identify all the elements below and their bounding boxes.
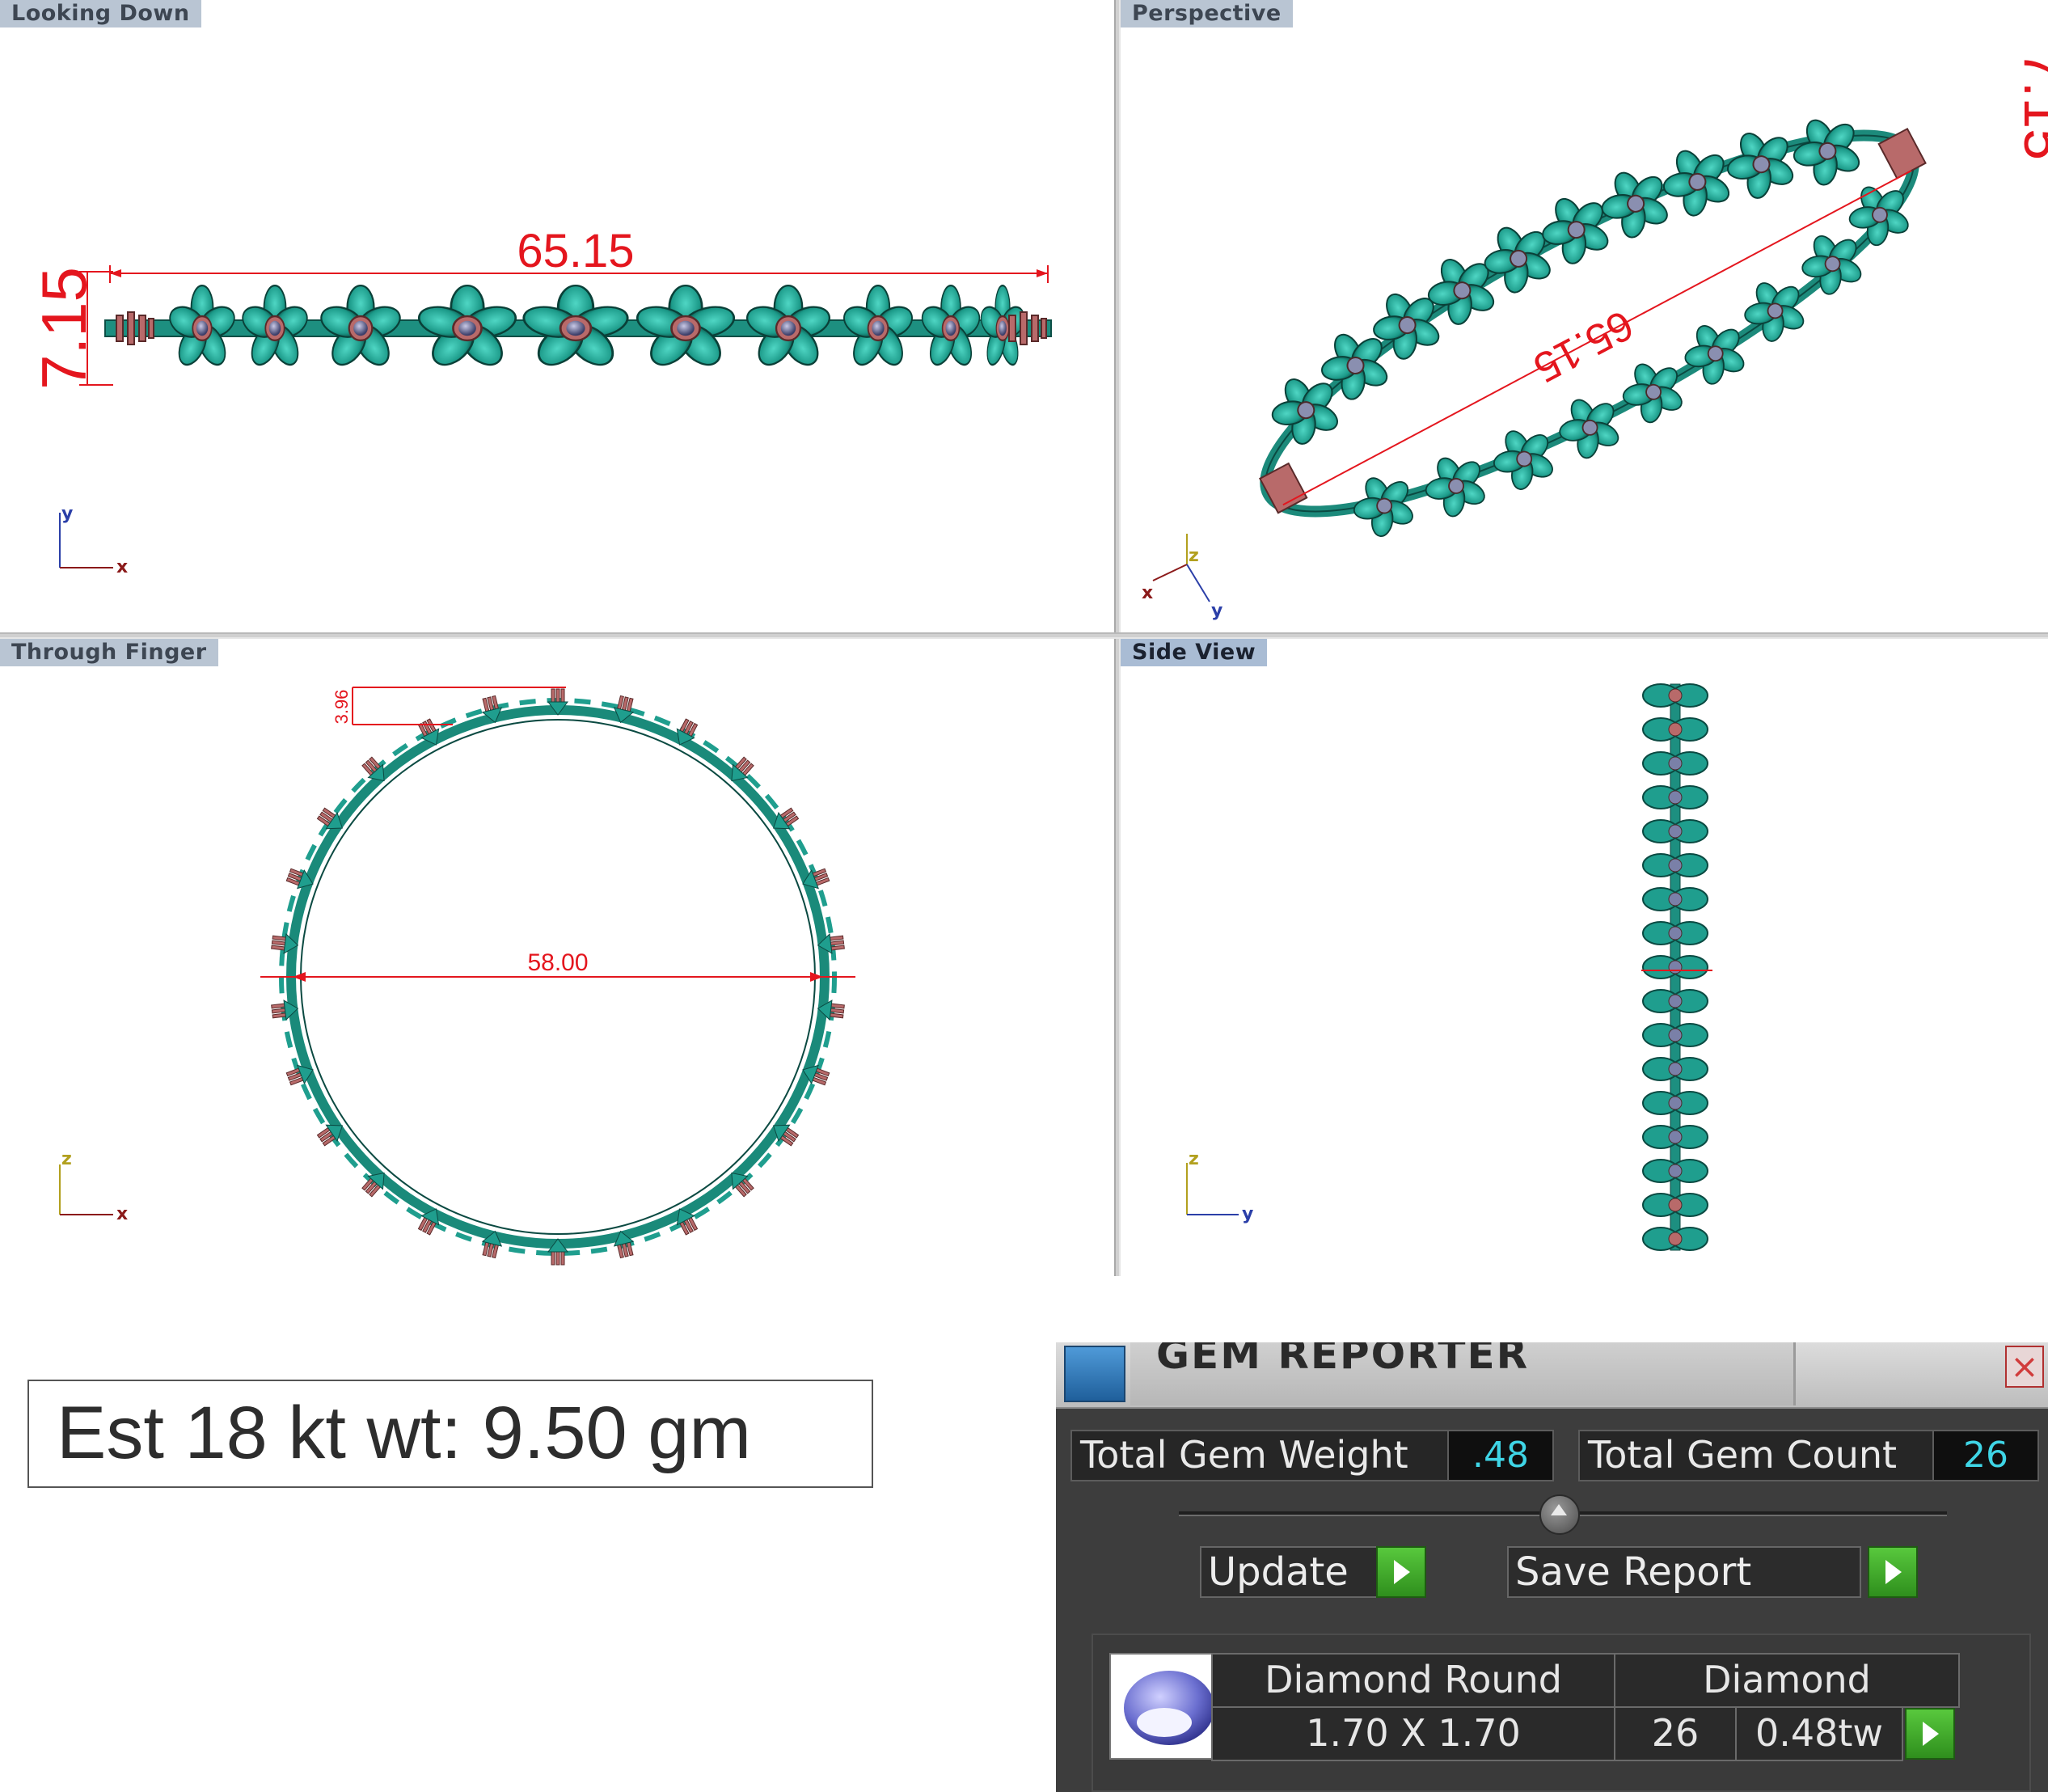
save-report-button[interactable]: Save Report (1507, 1546, 1861, 1598)
looking-down-axis-y: y (61, 504, 73, 524)
estimated-weight-box: Est 18 kt wt: 9.50 gm (27, 1380, 873, 1488)
total-gem-weight-value: .48 (1447, 1430, 1554, 1481)
through-finger-scene: 58.00 3.96 z x (59, 687, 855, 1266)
side-view-axis-y: y (1242, 1204, 1253, 1224)
perspective-width-dim: 7.15 (2012, 50, 2048, 160)
viewport-title-side-view[interactable]: Side View (1121, 639, 1268, 666)
side-view-flowers (1642, 683, 1708, 1251)
total-gem-weight-label: Total Gem Weight (1070, 1430, 1452, 1481)
gem-count: 26 (1614, 1706, 1737, 1761)
collapse-toggle-icon[interactable] (1539, 1494, 1580, 1535)
update-button[interactable]: Update (1200, 1546, 1379, 1598)
gem-material: Diamond (1614, 1653, 1960, 1708)
gem-reporter-title: GEM REPORTER (1156, 1342, 1530, 1378)
looking-down-scene: 65.15 7.15 y x (28, 225, 1052, 577)
perspective-length-dim: 65.15 (1526, 301, 1641, 391)
viewport-title-looking-down[interactable]: Looking Down (0, 0, 201, 27)
gem-reporter-panel: GEM REPORTER × Total Gem Weight .48 Tota… (1056, 1342, 2048, 1792)
perspective-axis-y: y (1211, 601, 1222, 621)
viewport-looking-down[interactable]: 65.15 7.15 y x Looking Down (0, 0, 1114, 632)
viewport-title-through-finger[interactable]: Through Finger (0, 639, 218, 666)
perspective-axis-z: z (1189, 546, 1199, 566)
looking-down-length-dim: 65.15 (517, 225, 634, 277)
through-finger-diameter-dim: 58.00 (527, 949, 588, 976)
gem-size: 1.70 X 1.70 (1211, 1706, 1615, 1761)
gem-reporter-app-icon (1064, 1346, 1125, 1402)
side-view-scene: z y (1186, 683, 1712, 1251)
total-gem-count-label: Total Gem Count (1578, 1430, 1934, 1481)
save-report-play-icon[interactable] (1868, 1546, 1918, 1598)
perspective-axis-x: x (1142, 583, 1153, 603)
gem-shape-name: Diamond Round (1211, 1653, 1615, 1708)
looking-down-axis-x: x (116, 557, 128, 577)
viewport-divider-horizontal[interactable] (0, 632, 2048, 639)
viewport-through-finger[interactable]: 58.00 3.96 z x Through Finger (0, 639, 1114, 1276)
gem-row-play-icon[interactable] (1905, 1708, 1955, 1760)
looking-down-width-dim: 7.15 (28, 267, 99, 390)
viewport-title-perspective[interactable]: Perspective (1121, 0, 1293, 27)
gem-total-weight: 0.48tw (1735, 1706, 1903, 1761)
total-gem-count-value: 26 (1932, 1430, 2039, 1481)
close-icon[interactable]: × (2005, 1346, 2044, 1388)
update-play-icon[interactable] (1376, 1546, 1426, 1598)
through-finger-axis-x: x (116, 1204, 128, 1224)
viewport-perspective[interactable]: 65.15 7.15 z x y Perspective (1121, 0, 2048, 632)
perspective-scene: 65.15 7.15 z x y (1142, 50, 2048, 621)
through-finger-height-dim: 3.96 (331, 690, 352, 725)
viewport-side-view[interactable]: z y Side View (1121, 639, 2048, 1276)
gem-list-row[interactable]: Diamond Round 1.70 X 1.70 Diamond 26 0.4… (1092, 1634, 2031, 1792)
through-finger-axis-z: z (61, 1149, 72, 1169)
side-view-axis-z: z (1189, 1149, 1199, 1169)
